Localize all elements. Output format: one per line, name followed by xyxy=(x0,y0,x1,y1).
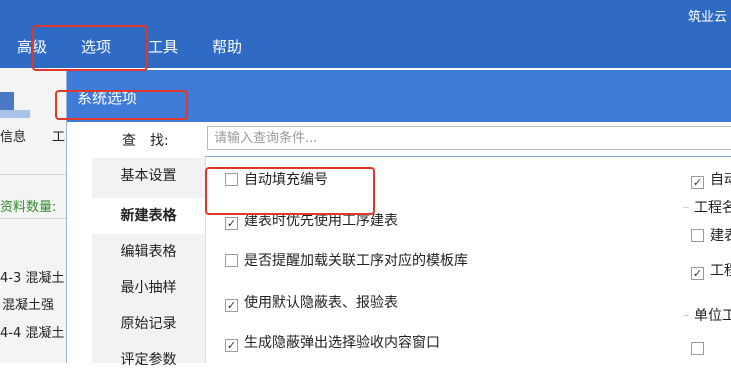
search-label: 查 找: xyxy=(122,133,169,149)
checkbox[interactable] xyxy=(225,254,238,267)
nav-evaluation-params[interactable]: 评定参数 xyxy=(92,342,205,378)
checkbox[interactable] xyxy=(691,229,704,242)
menu-tools[interactable]: 工具 xyxy=(148,36,178,57)
search-input[interactable] xyxy=(207,126,731,150)
option-label: 建表时优先使用工序建表 xyxy=(244,213,398,229)
checkbox-checked[interactable]: ✓ xyxy=(225,339,238,352)
annotation-highlight-options-menu xyxy=(32,25,148,71)
menu-help[interactable]: 帮助 xyxy=(212,36,242,57)
option-label: 是否提醒加载关联工序对应的模板库 xyxy=(244,253,468,269)
checkbox-checked[interactable]: ✓ xyxy=(691,176,704,189)
annotation-highlight-auto-fill-option xyxy=(205,167,375,215)
checkbox-checked[interactable]: ✓ xyxy=(225,217,238,230)
nav-min-sampling[interactable]: 最小抽样 xyxy=(92,270,205,306)
group-border xyxy=(683,207,689,208)
nav-edit-table[interactable]: 编辑表格 xyxy=(92,234,205,270)
option-group2-a[interactable] xyxy=(691,341,710,357)
count-label: 资料数量: xyxy=(0,200,57,215)
option-popup-content[interactable]: ✓ 生成隐蔽弹出选择验收内容窗口 xyxy=(225,332,440,352)
divider xyxy=(0,218,66,219)
info-tab[interactable]: 信息 xyxy=(0,126,26,145)
option-label: 自动 xyxy=(710,172,731,188)
checkbox-checked[interactable]: ✓ xyxy=(225,299,238,312)
option-label: 生成隐蔽弹出选择验收内容窗口 xyxy=(244,335,440,351)
app-title: 筑业云 xyxy=(688,10,728,25)
option-label: 使用默认隐蔽表、报验表 xyxy=(244,295,398,311)
option-auto-right[interactable]: ✓ 自动 xyxy=(691,169,731,189)
group-title-project: 工程名 xyxy=(694,200,731,216)
nav-basic-settings[interactable]: 基本设置 xyxy=(92,158,205,194)
option-label: 建表 xyxy=(710,228,731,244)
tool-tab[interactable]: 工 xyxy=(52,126,65,145)
divider xyxy=(0,174,66,175)
annotation-highlight-dialog-title xyxy=(55,90,188,120)
checkbox[interactable] xyxy=(691,342,704,355)
option-remind-template[interactable]: 是否提醒加载关联工序对应的模板库 xyxy=(225,250,468,270)
option-group1-a[interactable]: 建表 xyxy=(691,225,731,245)
group-title-unit: 单位工 xyxy=(694,308,731,324)
list-item[interactable]: 4-3 混凝土 xyxy=(0,267,64,286)
option-group1-b[interactable]: ✓ 工程 xyxy=(691,260,731,280)
list-item[interactable]: 混凝土强 xyxy=(2,294,54,313)
checkbox-checked[interactable]: ✓ xyxy=(691,267,704,280)
chart-base-icon xyxy=(0,110,30,118)
list-item[interactable]: 4-4 混凝土 xyxy=(0,322,64,341)
options-nav: 基本设置 新建表格 编辑表格 最小抽样 原始记录 评定参数 xyxy=(92,158,206,368)
option-default-tables[interactable]: ✓ 使用默认隐蔽表、报验表 xyxy=(225,292,398,312)
nav-new-table[interactable]: 新建表格 xyxy=(92,198,205,234)
nav-original-records[interactable]: 原始记录 xyxy=(92,306,205,342)
group-border xyxy=(683,315,689,316)
option-label: 工程 xyxy=(710,263,731,279)
